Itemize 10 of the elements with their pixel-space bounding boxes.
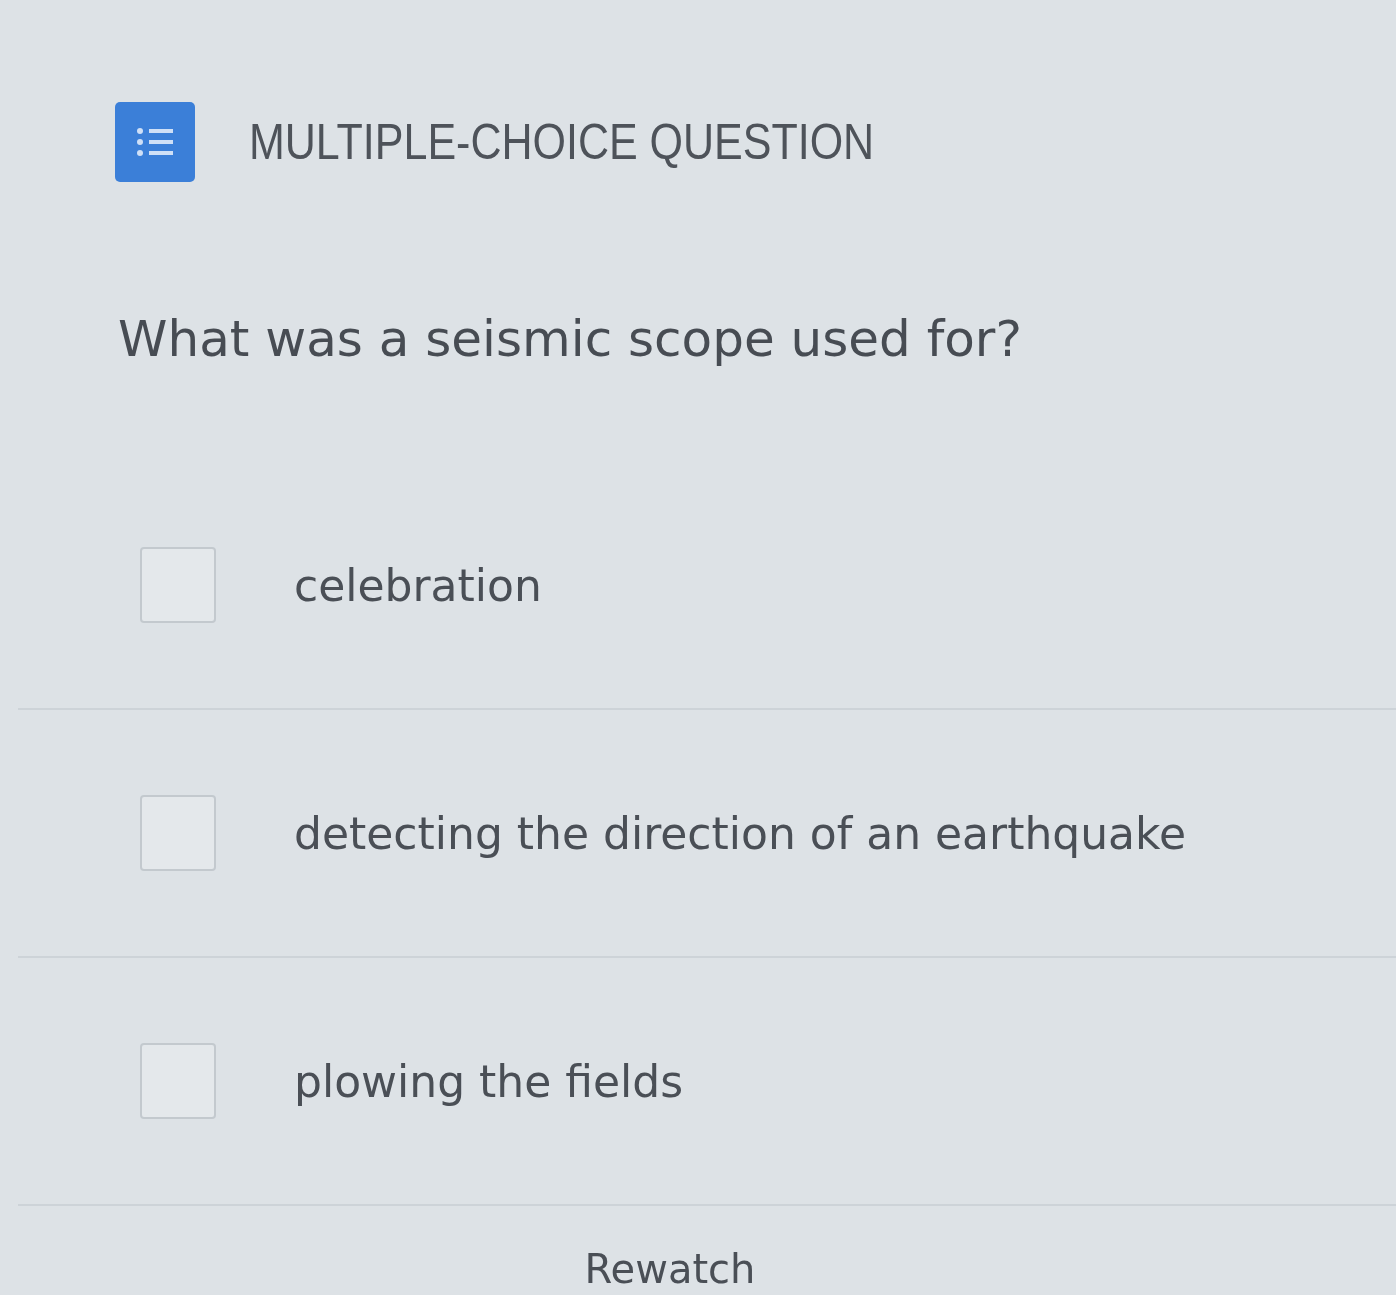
section-title: MULTIPLE-CHOICE QUESTION	[249, 113, 875, 171]
checklist-icon	[115, 102, 195, 182]
option-label: celebration	[294, 559, 542, 611]
checkbox[interactable]	[140, 547, 216, 623]
checkbox[interactable]	[140, 795, 216, 871]
option-label: plowing the fields	[294, 1055, 684, 1107]
checkbox[interactable]	[140, 1043, 216, 1119]
option-label: detecting the direction of an earthquake	[294, 807, 1187, 859]
question-text: What was a seismic scope used for?	[117, 309, 1023, 370]
rewatch-link[interactable]: Rewatch	[584, 1246, 756, 1292]
